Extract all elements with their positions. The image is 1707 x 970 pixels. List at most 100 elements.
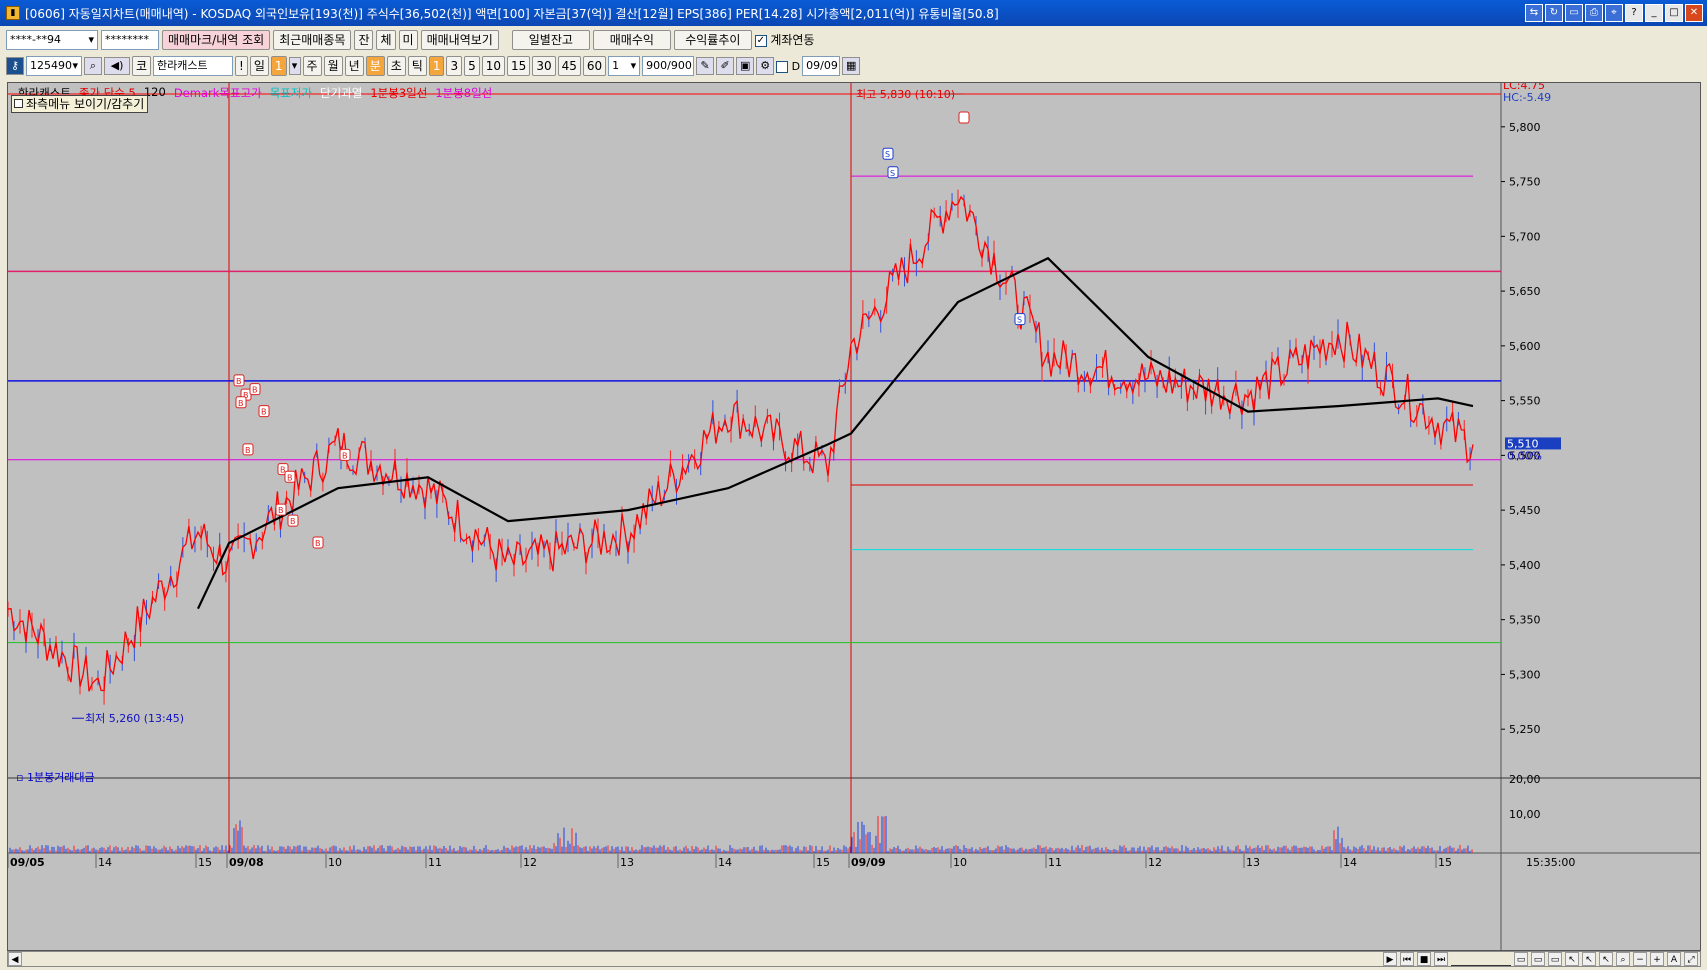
recent-stocks-button[interactable]: 최근매매종목 [273,29,352,50]
interval-5-button[interactable]: 5 [464,56,480,76]
plus-icon[interactable]: + [1650,952,1664,966]
x-axis-label: 15 [198,856,212,869]
stop-icon[interactable]: ■ [1417,952,1431,966]
pin-icon[interactable]: ⌖ [1605,4,1623,22]
zoom-slider[interactable] [1451,952,1511,966]
search-icon[interactable]: ⌕ [84,57,102,75]
trade-profit-button[interactable]: 매매수익 [592,29,671,50]
link-icon[interactable]: ⇆ [1525,4,1543,22]
balance-button[interactable]: 잔 [354,29,374,50]
x-axis-label: 09/08 [229,856,264,869]
tool-d-icon[interactable]: ↖ [1565,952,1579,966]
tool-f-icon[interactable]: ↖ [1599,952,1613,966]
save-icon[interactable]: ▣ [736,57,755,75]
y-tick-label: 5,450 [1509,504,1541,517]
year-button[interactable]: 년 [344,56,364,76]
account-link-label: 계좌연동 [770,33,815,47]
zoom-in-icon[interactable]: ⌕ [1616,952,1630,966]
tool-c-icon[interactable]: ▭ [1548,952,1562,966]
maximize-button[interactable]: □ [1665,4,1683,22]
interval-15-button[interactable]: 15 [507,56,531,76]
interval-60-button[interactable]: 60 [582,56,607,76]
legend-item-6: 1분봉3일선 [370,86,428,100]
draw-icon[interactable]: ✐ [716,57,735,75]
account-link-checkbox[interactable]: ✓ 계좌연동 [754,31,815,48]
tool-e-icon[interactable]: ↖ [1582,952,1596,966]
toolbar-chart: ⚷ 125490 ▾ ⌕ ◀) 코 한라캐스트 ! 일 1 ▾ 주 월 년 분 초… [0,54,1707,78]
text-size-icon[interactable]: A [1667,952,1681,966]
account-value: ****-**94 [10,32,61,46]
unexecuted-button[interactable]: 미 [398,29,418,50]
speaker-icon[interactable]: ◀) [104,57,130,75]
expand-icon[interactable]: ⤢ [1684,952,1698,966]
executed-button[interactable]: 체 [376,29,396,50]
trade-history-button[interactable]: 매매내역보기 [420,29,499,50]
month-button[interactable]: 월 [323,56,343,76]
close-button[interactable]: ✕ [1685,4,1703,22]
left-menu-toggle-label: 좌측메뉴 보이기/감추기 [26,97,145,111]
interval-10-button[interactable]: 10 [481,56,506,76]
help-icon[interactable]: ? [1625,4,1643,22]
hc-label: HC:-5.49 [1503,91,1551,104]
alert-button[interactable]: ! [235,56,248,76]
first-icon[interactable]: ⏮ [1400,952,1414,966]
minute-button[interactable]: 분 [365,56,385,76]
date-checkbox[interactable]: D [776,60,800,73]
refresh-icon[interactable]: ↻ [1545,4,1563,22]
multiplier-field[interactable]: 1 ▾ [608,56,641,76]
stock-name-field[interactable]: 한라캐스트 [153,56,234,76]
minus-icon[interactable]: − [1633,952,1647,966]
x-axis-label: 13 [620,856,634,869]
stock-code-value: 125490 [30,59,72,72]
buy-marker-label: B [290,517,296,526]
buy-marker [958,111,970,124]
price-chart[interactable]: 5,8005,7505,7005,6505,6005,5505,5005,450… [8,83,1701,951]
interval-45-button[interactable]: 45 [557,56,581,76]
legend-item-3: Demark목표고가 [173,86,262,100]
second-button[interactable]: 초 [386,56,406,76]
interval-30-button[interactable]: 30 [532,56,556,76]
horizontal-scrollbar[interactable]: ◀ ▶ ⏮ ■ ⏭ ▭ ▭ ▭ ↖ ↖ ↖ ⌕ − + A ⤢ [7,951,1701,967]
return-trend-button[interactable]: 수익률추이 [673,29,752,50]
calendar-icon[interactable]: ▦ [842,57,861,75]
tick-button[interactable]: 틱 [407,56,427,76]
chevron-down-icon[interactable]: ▾ [288,57,301,75]
key-icon[interactable]: ⚷ [6,57,24,75]
check-icon: ✓ [754,35,767,47]
print-icon[interactable]: ⎙ [1585,4,1603,22]
week-button[interactable]: 주 [302,56,322,76]
y-tick-label: 5,550 [1509,395,1541,408]
buy-marker-label: B [238,399,244,408]
stock-code-field[interactable]: 125490 ▾ [26,56,82,76]
count-field[interactable]: 900/900 [642,56,695,76]
last-icon[interactable]: ⏭ [1434,952,1448,966]
account-select[interactable]: ****-**94 ▾ [6,29,98,50]
period-day-button[interactable]: 일 [249,56,269,76]
current-pct-label: 0.00% [1507,449,1542,462]
chart-panel[interactable]: 5,800 5,750 5,700 5,650 5,600 5,550 5,500 5,450… [7,82,1701,951]
tool-a-icon[interactable]: ▭ [1514,952,1528,966]
y-tick-label: 5,300 [1509,668,1541,681]
high-label: 최고 5,830 (10:10) [856,88,955,101]
minimize-button[interactable]: _ [1645,4,1663,22]
interval-3-button[interactable]: 3 [446,56,463,76]
password-field[interactable]: ******** [101,29,159,50]
tool-b-icon[interactable]: ▭ [1531,952,1545,966]
volume-tick-label: 20,00 [1509,773,1541,786]
y-tick-label: 5,400 [1509,559,1541,572]
gear-icon[interactable]: ⚙ [756,57,775,75]
legend-item-7: 1분봉8일선 [435,86,493,100]
daily-balance-button[interactable]: 일별잔고 [511,29,590,50]
interval-1-button[interactable]: 1 [428,56,445,76]
date-field[interactable]: 09/09 [802,56,841,76]
scroll-right-icon[interactable]: ▶ [1383,952,1397,966]
trade-mark-button[interactable]: 매매마크/내역 조회 [162,29,271,50]
screen-icon[interactable]: ▭ [1565,4,1583,22]
tools-icon[interactable]: ✎ [696,57,715,75]
y-tick-label: 5,650 [1509,285,1541,298]
buy-marker-label: B [245,446,251,455]
left-menu-toggle-button[interactable]: 좌측메뉴 보이기/감추기 [11,95,149,113]
period-num-button[interactable]: 1 [270,56,287,76]
chevron-down-icon: ▾ [630,59,637,72]
scroll-left-icon[interactable]: ◀ [8,952,22,966]
